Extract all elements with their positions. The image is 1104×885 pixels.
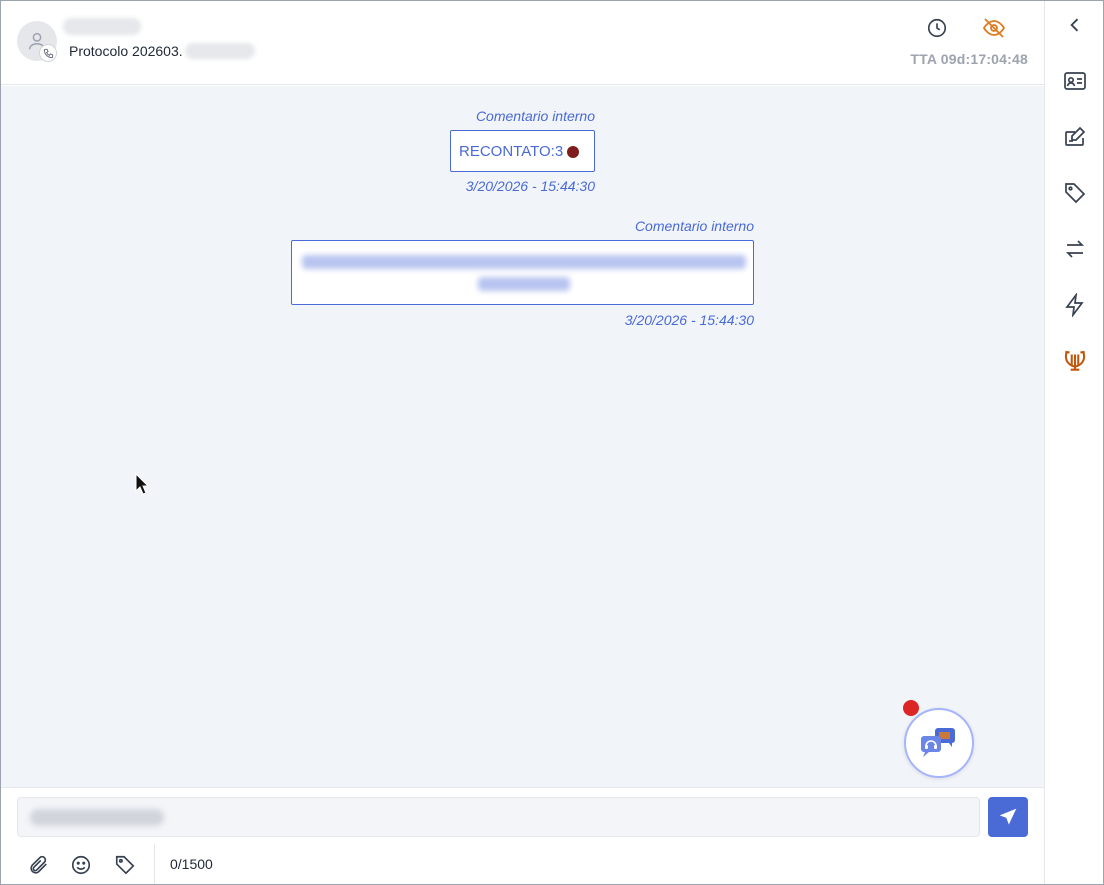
redacted-text-line <box>478 277 570 291</box>
status-dot <box>567 145 580 158</box>
contact-card-icon <box>1064 72 1086 90</box>
integration-button[interactable] <box>1061 347 1089 375</box>
tag-button[interactable] <box>112 852 138 878</box>
message-timestamp: 3/20/2026 - 15:44:30 <box>465 178 595 194</box>
history-button[interactable] <box>924 15 950 41</box>
send-button[interactable] <box>988 797 1028 837</box>
conversation-header: Protocolo 202603. TTA 09d:17:04:48 <box>1 1 1044 85</box>
message-bubble-redacted[interactable] <box>291 240 754 305</box>
visibility-toggle-button[interactable] <box>981 15 1007 41</box>
channel-badge <box>39 44 57 62</box>
lyre-icon <box>1064 350 1086 371</box>
message-input[interactable] <box>17 797 980 837</box>
transfer-button[interactable] <box>1061 235 1089 263</box>
message-placeholder-redacted <box>30 809 164 826</box>
toolbar-divider <box>154 844 155 884</box>
tags-button[interactable] <box>1061 179 1089 207</box>
message-content: RECONTATO:3 <box>459 143 580 160</box>
chevron-left-icon <box>1070 18 1079 32</box>
quick-actions-button[interactable] <box>1061 291 1089 319</box>
character-counter: 0/1500 <box>170 856 213 872</box>
tag-icon <box>1065 183 1086 204</box>
tta-timer: TTA 09d:17:04:48 <box>910 51 1028 67</box>
notes-button[interactable] <box>1061 123 1089 151</box>
protocol-number-redacted <box>184 43 255 59</box>
chat-assistant-button[interactable] <box>904 708 974 778</box>
contact-name-redacted <box>63 18 141 35</box>
tag-icon <box>115 855 135 875</box>
right-sidebar <box>1044 1 1103 884</box>
attach-button[interactable] <box>25 852 51 878</box>
message-meta: Comentario interno <box>634 218 754 234</box>
support-chat-icon <box>921 728 955 757</box>
transfer-icon <box>1065 240 1085 258</box>
notification-dot <box>903 700 919 716</box>
chat-area[interactable]: Comentario interno RECONTATO:3 3/20/2026… <box>1 86 1044 787</box>
lightning-icon <box>1065 293 1084 317</box>
contact-info-button[interactable] <box>1061 67 1089 95</box>
eye-off-icon <box>982 18 1006 38</box>
clock-icon <box>927 18 947 38</box>
paperclip-icon <box>30 855 47 874</box>
collapse-sidebar-button[interactable] <box>1061 11 1089 39</box>
protocol-text: Protocolo 202603. <box>69 43 183 59</box>
message-timestamp: 3/20/2026 - 15:44:30 <box>624 312 754 328</box>
message-bubble[interactable]: RECONTATO:3 <box>450 130 595 172</box>
message-meta: Comentario interno <box>475 108 595 124</box>
mouse-cursor-icon <box>135 473 149 495</box>
phone-icon <box>43 48 53 58</box>
message-composer: 0/1500 <box>1 787 1044 884</box>
protocol-label: Protocolo 202603. <box>69 43 255 59</box>
emoji-icon <box>71 855 91 875</box>
send-icon <box>999 808 1017 825</box>
message-text: RECONTATO:3 <box>459 143 564 160</box>
redacted-text-line <box>302 255 746 269</box>
emoji-button[interactable] <box>68 852 94 878</box>
edit-note-icon <box>1065 126 1086 146</box>
